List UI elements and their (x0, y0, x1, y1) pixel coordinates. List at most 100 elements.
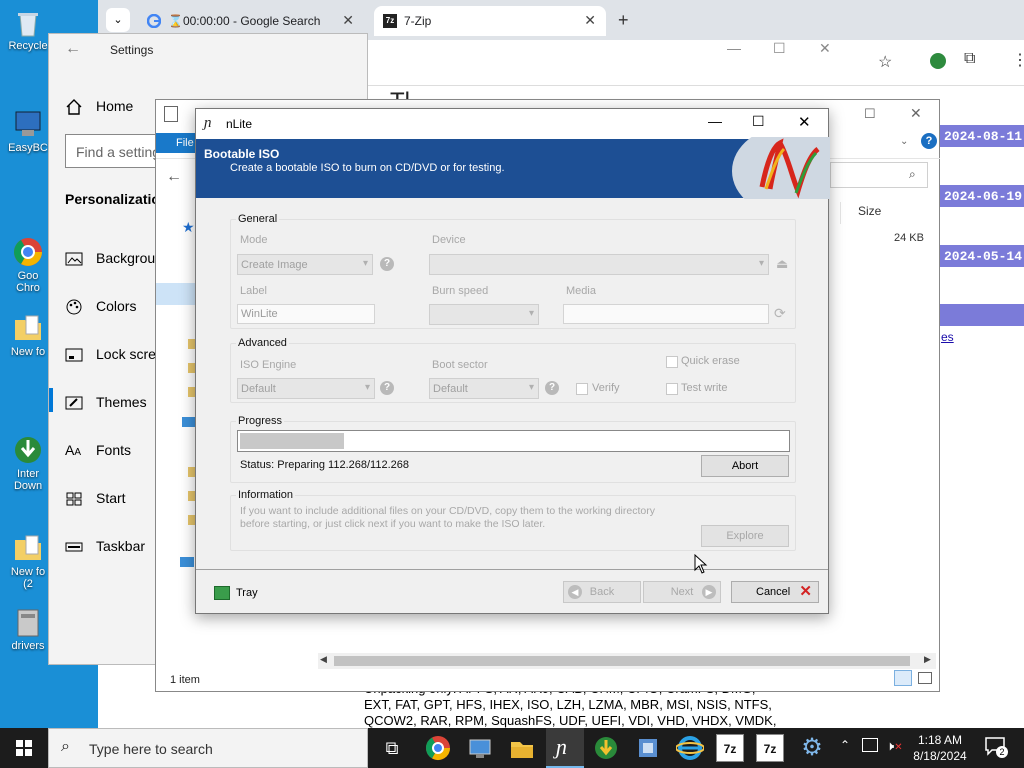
label-input[interactable]: WinLite (237, 304, 375, 324)
explore-button[interactable]: Explore (701, 525, 789, 547)
star-icon[interactable]: ☆ (878, 52, 892, 72)
puzzle-icon[interactable]: ⧉ (964, 50, 975, 68)
clock[interactable]: 1:18 AM 8/18/2024 (910, 732, 970, 764)
nlite-titlebar: ɲ nLite — ☐ ✕ (196, 109, 828, 139)
minimize-button[interactable]: — (727, 40, 741, 56)
chrome-icon (12, 224, 44, 266)
quick-erase-checkbox[interactable] (666, 356, 678, 368)
verify-checkbox[interactable] (576, 383, 588, 395)
menu-icon[interactable]: ⋮ (1012, 50, 1024, 70)
file-menu-tab[interactable]: File (156, 133, 196, 153)
eject-icon[interactable]: ⏏ (776, 256, 788, 272)
desktop-icon-chrome[interactable]: Goo Chro (3, 212, 53, 294)
tab-label: ⌛00:00:00 - Google Search (168, 14, 321, 28)
help-icon[interactable]: ? (921, 133, 937, 149)
browser-tab-7zip[interactable]: 7z 7-Zip ✕ (374, 6, 606, 36)
new-tab-button[interactable]: + (618, 10, 629, 31)
mode-select[interactable]: Create Image ▾ (237, 254, 373, 275)
boot-sector-label: Boot sector (432, 359, 488, 371)
download-manager-icon (12, 422, 44, 463)
taskbar-chrome-icon[interactable] (424, 734, 452, 762)
scrollbar-thumb[interactable] (334, 656, 910, 666)
help-icon[interactable]: ? (545, 381, 559, 395)
group-title: General (236, 213, 280, 225)
abort-button[interactable]: Abort (701, 455, 789, 477)
scroll-left-icon[interactable]: ◀ (320, 654, 327, 665)
taskbar-ie-icon[interactable] (676, 734, 704, 762)
chevron-down-icon: ▾ (362, 258, 368, 269)
close-button[interactable]: ✕ (798, 113, 811, 131)
desktop-icon-easybcd[interactable]: EasyBC (3, 108, 53, 154)
chevron-down-icon: ▾ (758, 258, 764, 269)
tab-search-button[interactable]: ⌄ (106, 8, 130, 32)
window-title: nLite (226, 117, 253, 131)
details-view-icon[interactable] (894, 670, 912, 686)
next-button[interactable]: Next ▶ (643, 581, 721, 603)
close-button[interactable]: ✕ (910, 105, 922, 122)
star-icon[interactable]: ★ (182, 219, 195, 236)
chevron-down-icon[interactable]: ⌄ (900, 136, 908, 147)
large-icons-view-icon[interactable] (918, 672, 932, 684)
cancel-label: Cancel (756, 586, 791, 598)
close-icon[interactable]: ✕ (342, 12, 354, 29)
volume-muted-icon[interactable]: 🕨✕ (886, 738, 903, 754)
scroll-right-icon[interactable]: ▶ (924, 654, 931, 665)
help-icon[interactable]: ? (380, 257, 394, 271)
iso-engine-select[interactable]: Default ▾ (237, 378, 375, 399)
minimize-button[interactable]: — (708, 113, 722, 129)
network-icon[interactable] (862, 738, 878, 752)
nav-selected-row[interactable] (156, 283, 196, 305)
tray-button[interactable]: Tray (214, 585, 274, 605)
device-select[interactable]: ▾ (429, 254, 769, 275)
close-icon[interactable]: ✕ (584, 12, 596, 29)
desktop-icon-recycle-bin[interactable]: Recycle (3, 6, 53, 52)
task-view-icon[interactable]: ⧉ (378, 734, 406, 762)
settings-title: Settings (110, 43, 154, 57)
app-icon (164, 106, 178, 122)
computer-icon (182, 417, 196, 427)
desktop-icon-new-folder[interactable]: New fo (3, 312, 53, 358)
chevron-down-icon: ▾ (364, 382, 370, 393)
size-column-header[interactable]: Size (858, 204, 881, 218)
back-arrow-icon[interactable]: ← (65, 40, 81, 58)
input-value: WinLite (241, 308, 278, 320)
taskbar-nlite-icon[interactable]: ɲ (546, 728, 584, 768)
extension-globe-icon[interactable] (930, 53, 946, 69)
boot-sector-select[interactable]: Default ▾ (429, 378, 539, 399)
close-button[interactable]: ✕ (819, 40, 831, 57)
desktop-icon-new-folder-2[interactable]: New fo (2 (3, 508, 53, 590)
taskbar-settings-gear-icon[interactable]: ⚙ (798, 734, 826, 762)
test-write-checkbox[interactable] (666, 383, 678, 395)
picture-icon (65, 250, 83, 268)
taskbar-search-box[interactable]: ⌕ Type here to search (48, 728, 368, 768)
taskbar-7zip-icon[interactable]: 7z (716, 734, 744, 762)
start-button[interactable] (0, 728, 48, 768)
taskbar-network-app-icon[interactable] (466, 734, 494, 762)
taskbar-idm-icon[interactable] (592, 734, 620, 762)
next-arrow-icon: ▶ (702, 585, 716, 599)
desktop-icon-drivers[interactable]: drivers (3, 606, 53, 652)
help-icon[interactable]: ? (380, 381, 394, 395)
desktop-icon-label: New fo (10, 346, 46, 358)
refresh-icon[interactable]: ⟳ (774, 305, 786, 322)
maximize-button[interactable]: ☐ (864, 106, 876, 122)
taskbar-file-explorer-icon[interactable] (508, 734, 536, 762)
group-title: Progress (236, 415, 285, 427)
desktop-icon-idm[interactable]: Inter Down (3, 410, 53, 492)
search-box[interactable]: ⌕ (830, 162, 928, 188)
date-cell: 2024-05-14 (940, 245, 1024, 267)
horizontal-scrollbar[interactable]: ◀ ▶ (318, 653, 936, 669)
cancel-button[interactable]: Cancel ✕ (731, 581, 819, 603)
notification-center-icon[interactable]: 2 (984, 736, 1008, 758)
burn-speed-select[interactable]: ▾ (429, 304, 539, 325)
back-arrow-icon[interactable]: ← (166, 168, 182, 186)
chevron-down-icon: ▾ (528, 308, 534, 319)
browser-tab-google[interactable]: ⌛00:00:00 - Google Search ✕ (138, 6, 364, 36)
back-button[interactable]: ◀ Back (563, 581, 641, 603)
maximize-button[interactable]: ☐ (752, 113, 765, 130)
maximize-button[interactable]: ☐ (773, 40, 786, 57)
chevron-up-icon[interactable]: ⌃ (840, 738, 850, 752)
taskbar-setup-icon[interactable] (634, 734, 662, 762)
page-link[interactable]: es (941, 330, 954, 344)
taskbar-7zip-icon-2[interactable]: 7z (756, 734, 784, 762)
